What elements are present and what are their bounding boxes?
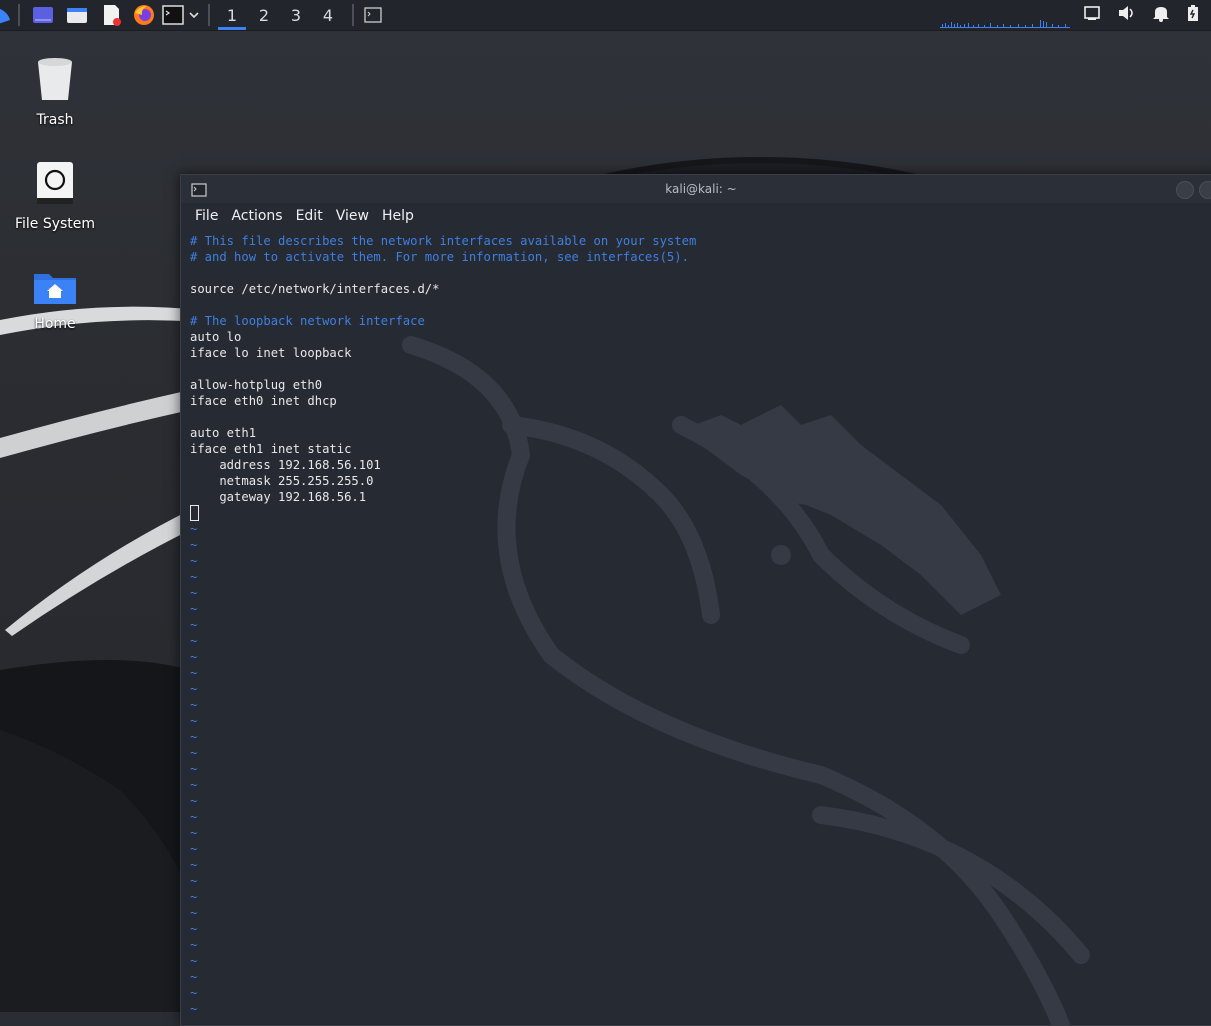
empty-buffer-tilde: ~ [190,554,198,568]
window-title: kali@kali: ~ [665,182,737,196]
file-text-line: netmask 255.255.255.0 [190,474,374,488]
empty-buffer-tilde: ~ [190,826,198,840]
empty-buffer-tilde: ~ [190,986,198,1000]
chevron-down-icon[interactable] [186,0,202,30]
file-text-line [190,361,1211,377]
menu-help[interactable]: Help [382,208,414,224]
minimize-button[interactable] [1176,181,1194,199]
empty-buffer-tilde: ~ [190,906,198,920]
empty-buffer-tilde: ~ [190,682,198,696]
desktop-icon-label: File System [14,216,96,232]
empty-buffer-tilde: ~ [190,714,198,728]
file-text-line [190,265,1211,281]
desktop-icon-file-system[interactable]: File System [0,160,110,232]
empty-buffer-tilde: ~ [190,698,198,712]
drive-icon [37,162,73,204]
empty-buffer-tilde: ~ [190,842,198,856]
empty-buffer-tilde: ~ [190,746,198,760]
file-comment-line: # The loopback network interface [190,314,425,328]
empty-buffer-tilde: ~ [190,618,198,632]
empty-buffer-tilde: ~ [190,666,198,680]
empty-buffer-tilde: ~ [190,890,198,904]
file-text-line: allow-hotplug eth0 [190,378,323,392]
firefox-icon[interactable] [128,0,160,30]
empty-buffer-tilde: ~ [190,538,198,552]
kali-menu-icon[interactable] [0,0,12,30]
panel-separator [208,4,210,26]
file-text-line: address 192.168.56.101 [190,458,381,472]
text-cursor [190,505,199,521]
empty-buffer-tilde: ~ [190,938,198,952]
file-comment-line: # This file describes the network interf… [190,234,697,248]
desktop-icon-label: Trash [36,112,74,128]
empty-buffer-tilde: ~ [190,730,198,744]
show-desktop-icon[interactable] [26,0,60,30]
empty-buffer-tilde: ~ [190,778,198,792]
maximize-button[interactable] [1199,181,1211,199]
file-text-line [190,297,1211,313]
file-text-line [190,409,1211,425]
empty-buffer-tilde: ~ [190,794,198,808]
terminal-window[interactable]: kali@kali: ~ File Actions Edit View Help… [180,174,1211,1026]
top-panel: 1 2 3 4 [0,0,1211,31]
empty-buffer-tilde: ~ [190,634,198,648]
empty-buffer-tilde: ~ [190,762,198,776]
empty-buffer-tilde: ~ [190,970,198,984]
empty-buffer-tilde: ~ [190,650,198,664]
empty-buffer-tilde: ~ [190,1002,198,1016]
panel-separator [352,4,354,26]
text-editor-icon[interactable] [94,0,128,30]
file-comment-line: # and how to activate them. For more inf… [190,250,689,264]
file-text-line: gateway 192.168.56.1 [190,490,367,504]
desktop-icon-label: Home [34,316,76,332]
network-icon[interactable] [1083,5,1103,25]
menu-view[interactable]: View [336,208,369,224]
empty-buffer-tilde: ~ [190,810,198,824]
file-text-line: auto eth1 [190,426,257,440]
empty-buffer-tilde: ~ [190,522,198,536]
terminal-launcher-icon[interactable] [160,0,186,30]
menu-file[interactable]: File [195,208,218,224]
desktop-icon-trash[interactable]: Trash [0,56,110,128]
file-text-line: source /etc/network/interfaces.d/* [190,282,440,296]
empty-buffer-tilde: ~ [190,570,198,584]
desktop-icon-home[interactable]: Home [0,268,110,332]
empty-buffer-tilde: ~ [190,922,198,936]
terminal-titlebar[interactable]: kali@kali: ~ [181,175,1211,203]
home-folder-icon [34,274,76,304]
notification-bell-icon[interactable] [1151,4,1171,26]
file-text-line: auto lo [190,330,242,344]
menu-actions[interactable]: Actions [231,208,282,224]
workspace-1[interactable]: 1 [216,0,248,30]
taskbar-terminal-window[interactable] [360,0,386,30]
workspace-3[interactable]: 3 [280,0,312,30]
system-tray [1083,0,1211,30]
file-manager-icon[interactable] [60,0,94,30]
menu-edit[interactable]: Edit [296,208,323,224]
empty-buffer-tilde: ~ [190,874,198,888]
workspace-4[interactable]: 4 [312,0,344,30]
empty-buffer-tilde: ~ [190,858,198,872]
panel-separator [18,4,20,26]
empty-buffer-tilde: ~ [190,586,198,600]
empty-buffer-tilde: ~ [190,602,198,616]
file-text-line: iface eth1 inet static [190,442,352,456]
terminal-text-area[interactable]: # This file describes the network interf… [181,229,1211,1017]
workspace-2[interactable]: 2 [248,0,280,30]
file-text-line: iface lo inet loopback [190,346,352,360]
network-monitor-graph [940,20,1070,28]
cursor-line [190,505,1211,521]
file-text-line: iface eth0 inet dhcp [190,394,337,408]
trash-icon [38,58,72,100]
terminal-menubar: File Actions Edit View Help [181,203,1211,229]
battery-icon[interactable] [1185,4,1201,26]
empty-buffer-tilde: ~ [190,954,198,968]
volume-icon[interactable] [1117,4,1137,26]
